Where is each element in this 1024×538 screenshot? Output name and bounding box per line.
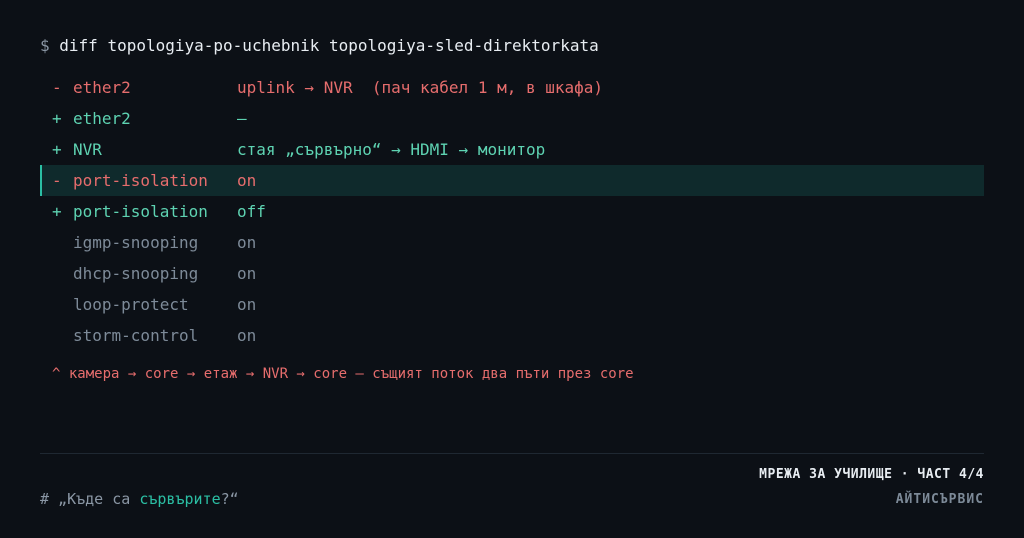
diff-value: on	[237, 264, 257, 283]
diff-key: loop-protect	[73, 295, 189, 314]
diff-value: uplink → NVR (пач кабел 1 м, в шкафа)	[237, 78, 604, 97]
diff-key: dhcp-snooping	[73, 264, 199, 283]
diff-line-context: storm-control on	[40, 320, 984, 351]
diff-sign: +	[52, 202, 62, 221]
brand-logo-text: АЙТИСЪРВИС	[895, 492, 984, 507]
command-line: $ diff topologiya-po-uchebnik topologiya…	[40, 36, 599, 56]
diff-value: —	[237, 109, 247, 128]
diff-line-context: dhcp-snooping on	[40, 258, 984, 289]
diff-value: on	[237, 171, 257, 190]
diff-sign: -	[52, 171, 62, 190]
diff-value: on	[237, 233, 257, 252]
footer-comment-prefix: # „Къде са	[40, 490, 140, 508]
diff-sign: +	[52, 140, 62, 159]
footer-comment-suffix: ?“	[220, 490, 239, 508]
diff-line-added: + ether2 —	[40, 103, 984, 134]
shell-prompt: $	[40, 36, 50, 55]
diff-annotation: ^ камера → core → етаж → NVR → core — съ…	[52, 366, 634, 382]
diff-key: port-isolation	[73, 171, 208, 190]
series-label: МРЕЖА ЗА УЧИЛИЩЕ · ЧАСТ 4/4	[759, 467, 984, 482]
diff-value: on	[237, 326, 257, 345]
terminal-window: $ diff topologiya-po-uchebnik topologiya…	[0, 0, 1024, 538]
diff-line-context: igmp-snooping on	[40, 227, 984, 258]
diff-line-added: + NVR стая „сървърно“ → HDMI → монитор	[40, 134, 984, 165]
diff-sign: +	[52, 109, 62, 128]
diff-line-added: + port-isolation off	[40, 196, 984, 227]
diff-key: NVR	[73, 140, 102, 159]
diff-key: storm-control	[73, 326, 199, 345]
diff-key: ether2	[73, 109, 131, 128]
diff-value: on	[237, 295, 257, 314]
footer-divider	[40, 453, 984, 454]
diff-line-removed: - port-isolation on	[40, 165, 984, 196]
footer-comment: # „Къде са сървърите?“	[40, 489, 239, 509]
diff-sign: -	[52, 78, 62, 97]
diff-value: off	[237, 202, 266, 221]
footer-comment-highlight: сървърите	[139, 490, 221, 508]
diff-key: port-isolation	[73, 202, 208, 221]
diff-line-context: loop-protect on	[40, 289, 984, 320]
command-text: diff topologiya-po-uchebnik topologiya-s…	[59, 36, 599, 55]
diff-value: стая „сървърно“ → HDMI → монитор	[237, 140, 546, 159]
diff-key: ether2	[73, 78, 131, 97]
diff-key: igmp-snooping	[73, 233, 199, 252]
diff-line-removed: - ether2 uplink → NVR (пач кабел 1 м, в шк…	[40, 72, 984, 103]
